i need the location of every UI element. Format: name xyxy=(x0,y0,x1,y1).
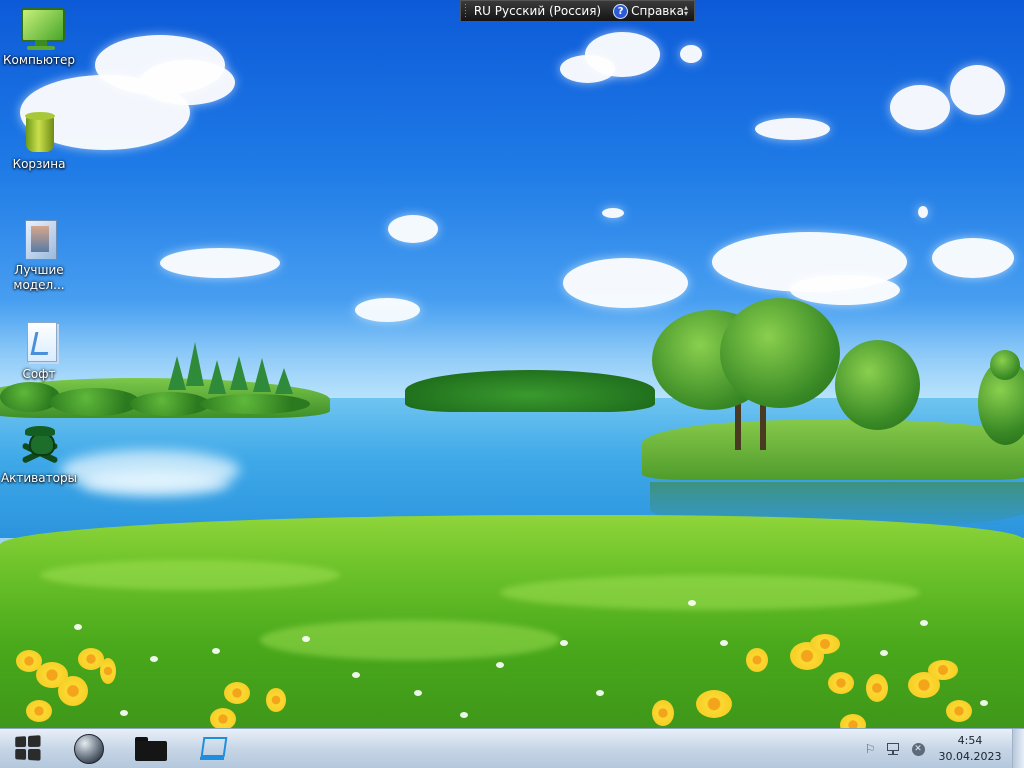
language-bar[interactable]: RU Русский (Россия) ? Справка ▴ ▾ xyxy=(460,0,695,22)
taskbar-computer-button[interactable] xyxy=(192,732,232,766)
desktop-icon-label: Активаторы xyxy=(0,471,78,485)
taskbar-browser-button[interactable] xyxy=(69,732,109,766)
help-button[interactable]: ? Справка xyxy=(613,3,684,19)
desktop-icon-label: Корзина xyxy=(12,157,66,171)
show-desktop-button[interactable] xyxy=(1012,729,1024,768)
options-arrow-icon[interactable]: ▴ ▾ xyxy=(684,4,688,18)
monitor-icon xyxy=(199,735,228,763)
folder-document-icon xyxy=(19,320,59,364)
desktop-icon-label: Софт xyxy=(22,367,56,381)
grip-handle[interactable] xyxy=(465,4,466,18)
network-icon[interactable] xyxy=(886,741,902,757)
notification-area: ⚐ ✕ xyxy=(862,729,926,768)
help-icon: ? xyxy=(613,3,629,19)
desktop-icon-activators[interactable]: Активаторы xyxy=(0,424,78,486)
clock-time: 4:54 xyxy=(957,734,983,747)
desktop-icon-label: Лучшие модел... xyxy=(13,263,65,292)
volume-muted-icon[interactable]: ✕ xyxy=(910,741,926,757)
desktop-icon-recycle-bin[interactable]: Корзина xyxy=(0,110,78,172)
desktop-icon-computer[interactable]: Компьютер xyxy=(0,6,78,68)
globe-icon xyxy=(74,734,104,764)
clock[interactable]: 4:54 30.04.2023 xyxy=(934,733,1006,765)
desktop-icon-soft[interactable]: Софт xyxy=(0,320,78,382)
start-button[interactable] xyxy=(8,732,48,766)
flag-icon[interactable]: ⚐ xyxy=(862,741,878,757)
language-indicator[interactable]: RU Русский (Россия) xyxy=(474,4,601,18)
clock-date: 30.04.2023 xyxy=(938,750,1002,763)
help-label: Справка xyxy=(631,4,684,18)
pirate-icon xyxy=(19,424,59,468)
desktop-icon-best-models[interactable]: Лучшие модел... xyxy=(0,216,78,293)
windows-logo-icon xyxy=(15,735,43,763)
recycle-bin-icon xyxy=(19,110,59,154)
document-icon xyxy=(19,216,59,260)
folder-icon xyxy=(135,737,167,761)
desktop[interactable]: RU Русский (Россия) ? Справка ▴ ▾ Компьют… xyxy=(0,0,1024,768)
taskbar: ⚐ ✕ 4:54 30.04.2023 xyxy=(0,728,1024,768)
taskbar-explorer-button[interactable] xyxy=(131,732,171,766)
desktop-icon-label: Компьютер xyxy=(3,53,75,67)
computer-icon xyxy=(19,6,65,50)
